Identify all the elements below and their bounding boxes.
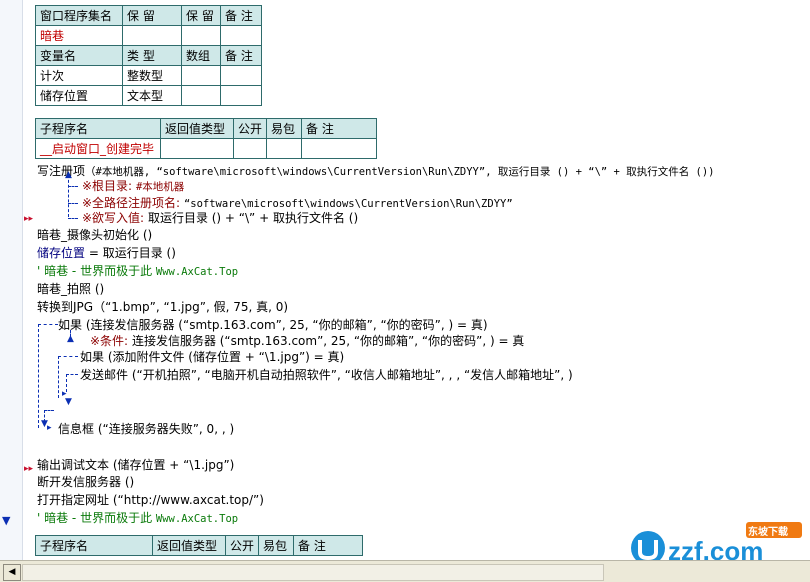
horizontal-scrollbar[interactable]: ◀ bbox=[0, 560, 810, 582]
col-header: 返回值类型 bbox=[160, 118, 234, 139]
var-name-cell[interactable]: 储存位置 bbox=[35, 85, 123, 106]
col-header: 返回值类型 bbox=[152, 535, 226, 556]
flow-arrow-icon: ▼ bbox=[65, 397, 72, 407]
watermark-badge: 东坡下载 bbox=[748, 527, 788, 538]
code-line[interactable]: 打开指定网址 (“http://www.axcat.top/”) bbox=[37, 491, 264, 509]
param-line: ※欲写入值: 取运行目录 () + “\” + 取执行文件名 () bbox=[82, 209, 358, 227]
col-header: 公开 bbox=[232, 118, 268, 139]
var-name-cell[interactable]: 计次 bbox=[35, 65, 123, 86]
flow-line bbox=[44, 410, 54, 411]
code-expr: = 取运行目录 () bbox=[88, 246, 176, 260]
code-line[interactable]: 信息框 (“连接服务器失败”, 0, , ) bbox=[58, 420, 234, 438]
flow-line bbox=[66, 374, 78, 375]
comment-line[interactable]: ' 暗巷 - 世界而极于此 Www.AxCat.Top bbox=[37, 509, 238, 527]
table-cell[interactable] bbox=[181, 65, 221, 86]
col-header: 数组 bbox=[181, 45, 221, 66]
col-header: 窗口程序集名 bbox=[35, 5, 123, 26]
col-header: 保 留 bbox=[181, 5, 221, 26]
col-header: 子程序名 bbox=[35, 118, 161, 139]
table-cell[interactable] bbox=[266, 138, 303, 159]
keyword: 写注册项 bbox=[37, 164, 86, 178]
comment-text: ' 暗巷 - 世界而极于此 bbox=[37, 511, 153, 525]
code-line[interactable]: 断开发信服务器 () bbox=[37, 473, 134, 491]
col-header: 备 注 bbox=[220, 5, 262, 26]
param-value: 连接发信服务器 (“smtp.163.com”, 25, “你的邮箱”, “你的… bbox=[131, 334, 525, 348]
table-cell[interactable] bbox=[232, 138, 268, 159]
col-header: 类 型 bbox=[122, 45, 182, 66]
col-header: 备 注 bbox=[301, 118, 378, 139]
table-cell[interactable] bbox=[181, 25, 221, 46]
flow-line bbox=[38, 324, 58, 325]
comment-url: Www.AxCat.Top bbox=[155, 513, 239, 525]
code-line[interactable]: 输出调试文本 (储存位置 + “\1.jpg”) bbox=[37, 456, 234, 474]
expand-arrow-icon[interactable]: ▲ bbox=[67, 335, 74, 344]
param-tree-line bbox=[68, 175, 69, 217]
subroutine-table: 子程序名 返回值类型 公开 易包 备 注 __启动窗口_创建完毕 bbox=[35, 118, 378, 159]
col-header: 易包 bbox=[258, 535, 295, 556]
param-value: 取运行目录 () + “\” + 取执行文件名 () bbox=[147, 211, 359, 225]
param-label: ※根目录: bbox=[82, 179, 133, 193]
flow-line bbox=[58, 356, 78, 357]
comment-text: ' 暗巷 - 世界而极于此 bbox=[37, 264, 153, 278]
table-cell[interactable] bbox=[301, 138, 378, 159]
param-branch bbox=[68, 203, 78, 204]
comment-line[interactable]: ' 暗巷 - 世界而极于此 Www.AxCat.Top bbox=[37, 262, 238, 280]
var-type-cell[interactable]: 整数型 bbox=[122, 65, 182, 86]
flow-line bbox=[38, 324, 39, 428]
subroutine-name-cell[interactable]: __启动窗口_创建完毕 bbox=[35, 138, 161, 159]
col-header: 子程序名 bbox=[35, 535, 153, 556]
param-value: #本地机器 bbox=[135, 181, 185, 193]
col-header: 备 注 bbox=[220, 45, 262, 66]
col-header: 易包 bbox=[266, 118, 303, 139]
comment-url: Www.AxCat.Top bbox=[155, 266, 239, 278]
code-line[interactable]: 发送邮件 (“开机拍照”, “电脑开机自动拍照软件”, “收信人邮箱地址”, ,… bbox=[80, 366, 573, 384]
col-header: 公开 bbox=[224, 535, 260, 556]
col-header: 备 注 bbox=[293, 535, 364, 556]
table-cell[interactable] bbox=[220, 65, 262, 86]
flow-line bbox=[58, 356, 59, 398]
table-row[interactable]: 计次 整数型 bbox=[35, 65, 262, 86]
param-branch bbox=[68, 218, 78, 219]
line-gutter bbox=[0, 0, 23, 560]
table-cell[interactable] bbox=[220, 85, 262, 106]
code-line[interactable]: 储存位置 = 取运行目录 () bbox=[37, 244, 176, 262]
var-type-cell[interactable]: 文本型 bbox=[122, 85, 182, 106]
table-cell[interactable] bbox=[122, 25, 182, 46]
subroutine-table: 子程序名 返回值类型 公开 易包 备 注 bbox=[35, 535, 364, 556]
flow-arrow-icon: ▸ bbox=[47, 423, 52, 433]
scroll-down-icon: ▼ bbox=[2, 514, 11, 527]
window-name-cell[interactable]: 暗巷 bbox=[35, 25, 123, 46]
code-line[interactable]: 暗巷_拍照 () bbox=[37, 280, 104, 298]
table-cell[interactable] bbox=[181, 85, 221, 106]
param-branch bbox=[68, 186, 78, 187]
table-cell[interactable] bbox=[160, 138, 234, 159]
breakpoint-marker: ▸▸ bbox=[24, 214, 34, 224]
expand-arrow-icon[interactable]: ▲ bbox=[65, 171, 72, 180]
table-row[interactable]: 储存位置 文本型 bbox=[35, 85, 262, 106]
scroll-left-button[interactable]: ◀ bbox=[3, 564, 21, 581]
param-label: ※全路径注册项名: bbox=[82, 196, 181, 210]
col-header: 变量名 bbox=[35, 45, 123, 66]
if-statement[interactable]: 如果 (添加附件文件 (储存位置 + “\1.jpg”) = 真) bbox=[80, 348, 344, 366]
breakpoint-marker: ▸▸ bbox=[24, 464, 34, 474]
col-header: 保 留 bbox=[122, 5, 182, 26]
code-line[interactable]: 暗巷_摄像头初始化 () bbox=[37, 226, 152, 244]
window-table: 窗口程序集名 保 留 保 留 备 注 暗巷 变量名 类 型 数组 备 注 计次 … bbox=[35, 5, 262, 106]
variable-name: 储存位置 bbox=[37, 246, 86, 260]
param-label: ※条件: bbox=[90, 334, 129, 348]
table-cell[interactable] bbox=[220, 25, 262, 46]
scrollbar-track[interactable] bbox=[22, 564, 604, 581]
code-line[interactable]: 转换到JPG（“1.bmp”, “1.jpg”, 假, 75, 真, 0) bbox=[37, 298, 288, 316]
param-line: ※根目录: #本地机器 bbox=[82, 177, 184, 195]
param-label: ※欲写入值: bbox=[82, 211, 145, 225]
